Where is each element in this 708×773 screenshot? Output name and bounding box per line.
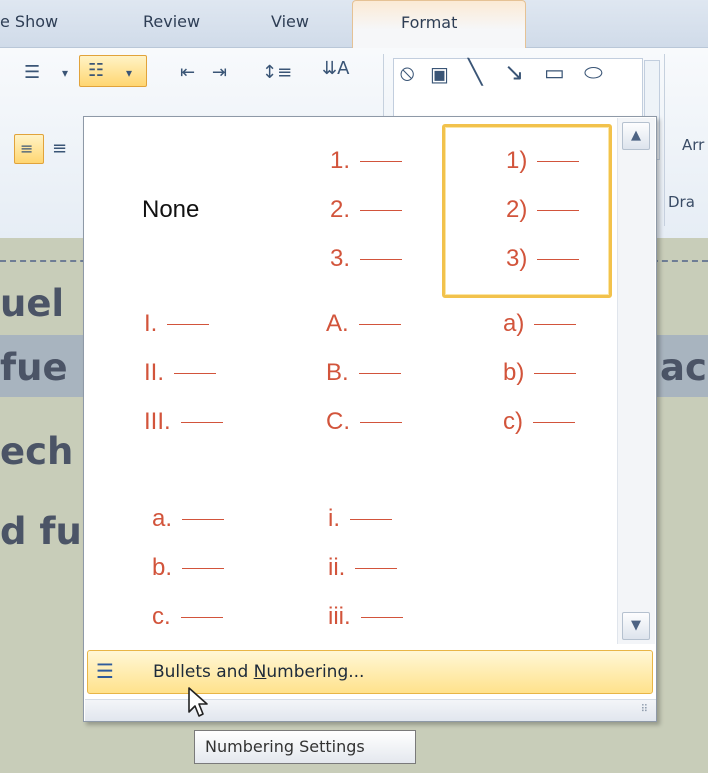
list-item: b.	[152, 554, 225, 582]
mouse-pointer-icon	[188, 687, 208, 717]
slide-text: d fu	[0, 510, 82, 553]
shapes-gallery[interactable]: ⦸ ▣ ╲ ↘ ▭ ⬭	[393, 58, 643, 118]
list-item: i.	[328, 505, 392, 533]
list-item: II.	[144, 359, 217, 387]
numbering-option-alpha-lower-period[interactable]: a. b. c.	[89, 503, 259, 653]
oval-shape-icon[interactable]: ⬭	[584, 63, 603, 85]
none-label: None	[142, 196, 200, 223]
line-shape-icon[interactable]: ╲	[468, 60, 482, 84]
scroll-up-button[interactable]: ▲	[622, 122, 650, 150]
list-item: 1.	[330, 147, 403, 175]
slide-text: ech	[0, 430, 74, 473]
list-item: c.	[152, 603, 223, 631]
list-item: 2)	[506, 196, 580, 224]
list-item: ii.	[328, 554, 398, 582]
numbered-list-icon: ☰	[96, 659, 114, 683]
list-item: I.	[144, 310, 210, 338]
text-direction-icon[interactable]: ⇊A	[322, 60, 349, 78]
tab-view[interactable]: View	[271, 12, 309, 31]
list-item: a.	[152, 505, 225, 533]
list-item: a)	[503, 310, 577, 338]
bullets-dropdown-icon[interactable]: ▾	[62, 64, 68, 82]
gallery-scrollbar[interactable]: ▲ ▼	[617, 118, 655, 644]
arrange-label[interactable]: Arr	[682, 136, 704, 154]
chevron-up-icon: ▲	[631, 128, 641, 143]
list-item: b)	[503, 359, 577, 387]
decrease-indent-icon[interactable]: ⇤	[180, 64, 195, 82]
numbering-option-none[interactable]: None	[89, 138, 259, 288]
numbering-gallery: None 1. 2. 3. 1) 2) 3) I. II. III. A. B.…	[85, 118, 616, 644]
slide-text: ac	[660, 346, 707, 389]
chevron-down-icon: ▼	[631, 618, 641, 633]
numbering-dropdown: None 1. 2. 3. 1) 2) 3) I. II. III. A. B.…	[83, 116, 657, 722]
list-item: 2.	[330, 196, 403, 224]
numbering-option-alpha-upper[interactable]: A. B. C.	[265, 308, 435, 458]
numbering-settings-tooltip: Numbering Settings	[194, 730, 416, 764]
scroll-down-button[interactable]: ▼	[622, 612, 650, 640]
bullets-icon[interactable]: ☰	[24, 64, 40, 82]
numbering-option-roman-lower[interactable]: i. ii. iii.	[265, 503, 435, 653]
numbering-option-roman-upper[interactable]: I. II. III.	[89, 308, 259, 458]
arrow-shape-icon[interactable]: ↘	[504, 60, 524, 84]
drawing-group-label: Dra	[668, 193, 695, 211]
tab-review[interactable]: Review	[143, 12, 200, 31]
text-box-shape-icon[interactable]: ▣	[430, 64, 449, 84]
numbering-option-numeric-paren[interactable]: 1) 2) 3)	[442, 124, 612, 298]
increase-indent-icon[interactable]: ⇥	[212, 64, 227, 82]
slide-text: fue	[0, 346, 68, 389]
resize-grip[interactable]: ⠿	[85, 699, 656, 721]
list-item: c)	[503, 408, 575, 436]
list-item: iii.	[328, 603, 403, 631]
bullets-and-numbering-button[interactable]: ☰ Bullets and Numbering...	[87, 650, 653, 694]
list-item: B.	[326, 359, 401, 387]
numbering-dropdown-icon: ▾	[126, 66, 133, 80]
center-icon[interactable]: ≡	[52, 140, 67, 158]
grip-icon: ⠿	[640, 704, 648, 715]
tab-slide-show[interactable]: e Show	[0, 12, 58, 31]
tab-format[interactable]: Format	[352, 0, 526, 49]
list-item: 1)	[506, 147, 580, 175]
numbering-icon: ☷	[88, 60, 105, 81]
numbering-option-numeric-period[interactable]: 1. 2. 3.	[265, 138, 435, 288]
list-item: 3)	[506, 245, 580, 273]
ribbon-tab-bar: e Show Review View Format	[0, 0, 708, 49]
numbering-button[interactable]: ☷ ▾	[79, 55, 147, 87]
line-spacing-icon[interactable]: ↕≡	[262, 64, 292, 82]
list-item: A.	[326, 310, 401, 338]
bullets-and-numbering-label: Bullets and Numbering...	[153, 662, 365, 682]
slide-text: uel	[0, 282, 65, 325]
rectangle-shape-icon[interactable]: ▭	[544, 63, 565, 85]
align-left-icon: ≡	[20, 139, 34, 158]
group-divider	[664, 54, 665, 226]
list-item: III.	[144, 408, 223, 436]
list-item: 3.	[330, 245, 403, 273]
list-item: C.	[326, 408, 402, 436]
align-left-button[interactable]: ≡	[14, 134, 44, 164]
no-symbol-shape-icon[interactable]: ⦸	[400, 63, 414, 85]
numbering-option-alpha-lower-paren[interactable]: a) b) c)	[442, 308, 612, 458]
